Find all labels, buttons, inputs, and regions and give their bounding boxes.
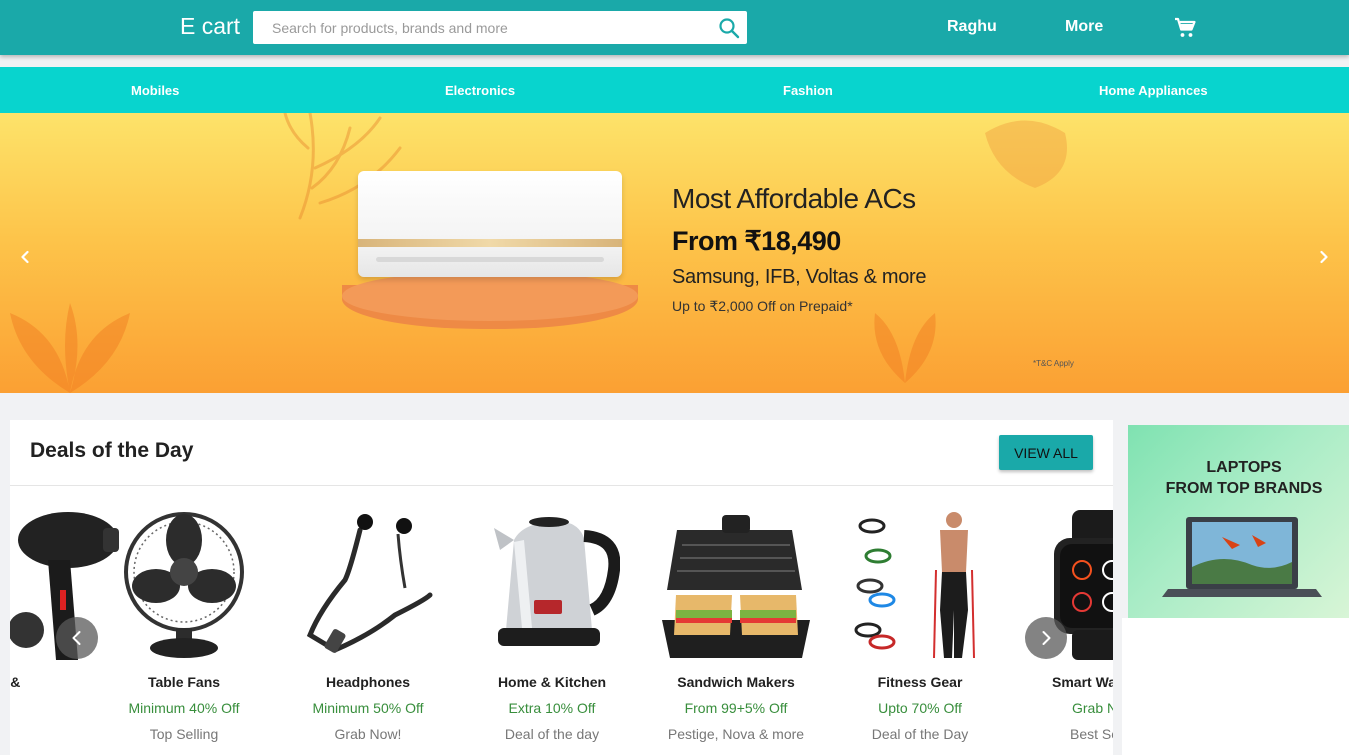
nav-item-mobiles[interactable]: Mobiles — [131, 83, 179, 98]
deal-name: Headphones — [325, 674, 410, 690]
banner-brands: Samsung, IFB, Voltas & more — [672, 266, 927, 288]
deal-name: Home & Kitchen — [497, 674, 607, 690]
deal-card[interactable]: Fitness Gear Upto 70% Off Deal of the Da… — [828, 506, 1012, 755]
laptop-icon — [1162, 517, 1322, 597]
chevron-left-icon[interactable] — [17, 249, 33, 265]
nav-item-electronics[interactable]: Electronics — [445, 83, 515, 98]
carousel-prev-button[interactable] — [56, 617, 98, 659]
banner-price: From ₹18,490 — [672, 226, 841, 256]
deal-card[interactable]: Home & Kitchen Extra 10% Off Deal of the… — [460, 506, 644, 755]
more-menu[interactable]: More — [1065, 18, 1103, 36]
leaf-decoration-icon — [874, 313, 936, 383]
cart-icon[interactable] — [1173, 16, 1197, 40]
nav-item-fashion[interactable]: Fashion — [783, 83, 833, 98]
deal-offer: Upto 70% Off — [878, 700, 962, 716]
deal-offer: Minimum 40% Off — [128, 700, 240, 716]
promo-banner[interactable]: Most Affordable ACs From ₹18,490 Samsung… — [0, 113, 1349, 393]
top-header: E cart Raghu More — [0, 0, 1349, 55]
view-all-button[interactable]: VIEW ALL — [999, 435, 1093, 470]
search-icon[interactable] — [717, 16, 741, 40]
deal-offer: Grab N — [1072, 700, 1113, 716]
banner-terms: *T&C Apply — [1033, 359, 1074, 368]
category-nav: Mobiles Electronics Fashion Home Applian… — [0, 67, 1349, 113]
ac-unit-image — [358, 171, 622, 277]
carousel-next-button[interactable] — [1025, 617, 1067, 659]
chevron-right-icon — [1042, 631, 1051, 645]
chevron-left-icon — [72, 631, 81, 645]
divider — [10, 485, 1113, 486]
leaf-decoration-icon — [985, 120, 1067, 188]
sandwich-maker-icon — [662, 515, 810, 658]
deal-subtitle: Deal of the day — [504, 726, 600, 742]
ad-line-1: LAPTOPS — [1206, 459, 1282, 476]
deals-section: Deals of the Day VIEW ALL Dryers & e 499… — [10, 420, 1113, 755]
logo[interactable]: E cart — [180, 13, 240, 40]
ad-heading: LAPTOPS FROM TOP BRANDS — [1128, 457, 1349, 499]
table-fan-icon — [124, 512, 244, 658]
deal-subtitle: Top Selling — [149, 726, 219, 742]
deal-offer: From 99+5% Off — [684, 700, 788, 716]
leaf-decoration-icon — [10, 303, 130, 393]
deal-card[interactable]: Table Fans Minimum 40% Off Top Selling — [92, 506, 276, 755]
deal-card[interactable]: Sandwich Makers From 99+5% Off Pestige, … — [644, 506, 828, 755]
banner-title: Most Affordable ACs — [672, 183, 916, 214]
deal-offer: Minimum 50% Off — [312, 700, 424, 716]
side-panel — [1122, 618, 1349, 755]
deal-subtitle: Grab Now! — [334, 726, 402, 742]
search-box — [253, 11, 747, 44]
laptops-ad[interactable]: LAPTOPS FROM TOP BRANDS — [1128, 425, 1349, 618]
deal-name: Sandwich Makers — [677, 674, 795, 690]
deal-offer: Extra 10% Off — [508, 700, 596, 716]
deal-card[interactable]: Headphones Minimum 50% Off Grab Now! — [276, 506, 460, 755]
search-input[interactable] — [253, 11, 708, 44]
deals-title: Deals of the Day — [30, 439, 194, 462]
deal-subtitle: Best Se — [1070, 726, 1113, 742]
ad-line-2: FROM TOP BRANDS — [1165, 480, 1323, 497]
ac-pedestal-top — [342, 271, 638, 321]
deal-name: Smart Wa — [1052, 674, 1113, 690]
banner-offer: Up to ₹2,000 Off on Prepaid* — [672, 298, 853, 314]
deal-subtitle: Deal of the Day — [871, 726, 969, 742]
deal-subtitle: Pestige, Nova & more — [667, 726, 805, 742]
deal-name: Fitness Gear — [877, 674, 963, 690]
kettle-icon — [494, 517, 620, 646]
deal-name: Table Fans — [147, 674, 221, 690]
user-menu[interactable]: Raghu — [947, 18, 997, 36]
nav-item-home-appliances[interactable]: Home Appliances — [1099, 83, 1208, 98]
headphones-icon — [306, 514, 433, 653]
fitness-gear-icon — [854, 512, 975, 659]
chevron-right-icon[interactable] — [1316, 249, 1332, 265]
